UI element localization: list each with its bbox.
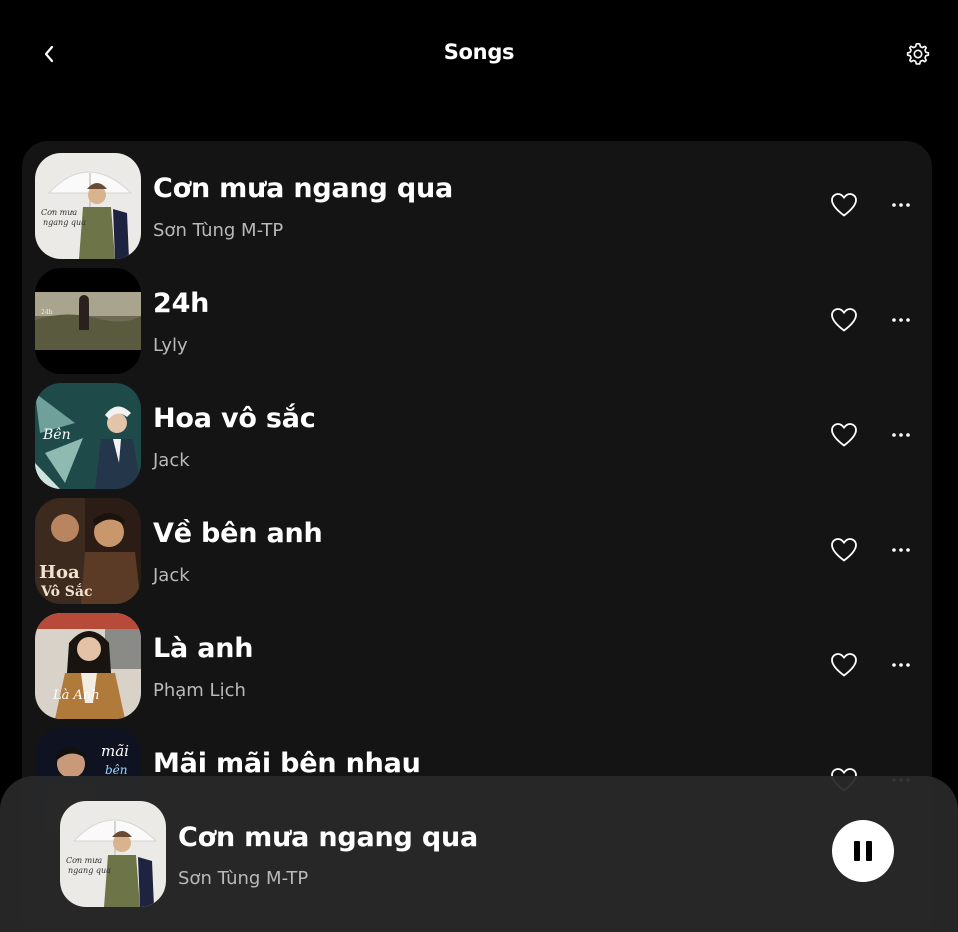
song-title: Là anh [153,633,254,664]
svg-text:Là Anh: Là Anh [52,688,100,703]
svg-text:Cơn mưa: Cơn mưa [41,208,77,217]
svg-text:Bên: Bên [42,427,71,443]
now-playing-artist: Sơn Tùng M-TP [178,868,309,889]
now-playing-cover[interactable]: Cơn mưa ngang qua [60,801,166,907]
svg-text:bên: bên [105,763,128,777]
heart-icon [831,423,857,447]
album-cover: Là Anh [35,613,141,719]
song-title: Về bên anh [153,518,323,549]
pause-icon [866,841,872,861]
more-horizontal-icon [892,663,910,667]
song-title: Hoa vô sắc [153,403,316,434]
more-options-button[interactable] [888,310,914,330]
heart-icon [831,308,857,332]
heart-icon [831,193,857,217]
song-row[interactable]: Là Anh Là anh Phạm Lịch [22,601,932,719]
more-options-button[interactable] [888,195,914,215]
more-horizontal-icon [892,433,910,437]
now-playing-bar[interactable]: Cơn mưa ngang qua Cơn mưa ngang qua Sơn … [0,776,958,932]
now-playing-title: Cơn mưa ngang qua [178,822,479,853]
more-options-button[interactable] [888,425,914,445]
album-cover: Hoa Vô Sắc [35,498,141,604]
pause-button[interactable] [832,820,894,882]
svg-text:Vô Sắc: Vô Sắc [40,582,93,600]
song-title: 24h [153,288,210,319]
svg-text:ngang qua: ngang qua [68,866,111,875]
album-cover: 24h [35,268,141,374]
svg-text:mãi: mãi [101,742,129,760]
like-button[interactable] [827,419,861,451]
more-horizontal-icon [892,318,910,322]
heart-icon [831,538,857,562]
top-bar: Songs [0,0,958,110]
heart-icon [831,653,857,677]
song-artist: Lyly [153,335,188,356]
like-button[interactable] [827,649,861,681]
pause-icon [854,841,860,861]
more-horizontal-icon [892,203,910,207]
album-cover: Bên [35,383,141,489]
like-button[interactable] [827,189,861,221]
song-artist: Jack [153,450,190,471]
gear-icon [906,42,930,65]
settings-button[interactable] [902,38,934,70]
song-artist: Sơn Tùng M-TP [153,220,284,241]
song-row[interactable]: Cơn mưa ngang qua Cơn mưa ngang qua Sơn … [22,141,932,259]
more-options-button[interactable] [888,540,914,560]
svg-text:24h: 24h [41,309,53,316]
song-row[interactable]: Bên Hoa vô sắc Jack [22,371,932,489]
song-row[interactable]: Hoa Vô Sắc Về bên anh Jack [22,486,932,604]
more-options-button[interactable] [888,655,914,675]
svg-text:Hoa: Hoa [39,562,80,583]
svg-text:Cơn mưa: Cơn mưa [66,856,102,865]
song-row[interactable]: 24h 24h Lyly [22,256,932,374]
song-artist: Phạm Lịch [153,680,246,701]
page-title: Songs [443,40,515,64]
song-title: Cơn mưa ngang qua [153,173,454,204]
more-horizontal-icon [892,548,910,552]
like-button[interactable] [827,534,861,566]
like-button[interactable] [827,304,861,336]
svg-text:ngang qua: ngang qua [43,218,86,227]
song-artist: Jack [153,565,190,586]
album-cover: Cơn mưa ngang qua [35,153,141,259]
song-title: Mãi mãi bên nhau [153,748,421,779]
